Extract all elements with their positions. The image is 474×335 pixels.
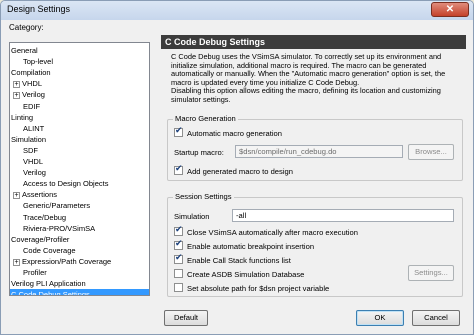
tree-item[interactable]: C Code Debug Settings [10, 289, 149, 296]
group-title: Macro Generation [173, 114, 238, 123]
tree-item[interactable]: General [11, 45, 38, 56]
panel-description: C Code Debug uses the VSimSA simulator. … [171, 52, 461, 105]
tree-item-label: SDF [23, 145, 38, 155]
tree-item[interactable]: Verilog PLI Application [11, 278, 86, 289]
expand-icon[interactable]: + [13, 92, 20, 100]
auto-macro-checkbox[interactable]: Automatic macro generation [174, 126, 282, 139]
tree-item-label: C Code Debug Settings [11, 290, 90, 296]
startup-macro-label: Startup macro: [174, 148, 224, 157]
simulation-label: Simulation [174, 212, 210, 221]
tree-item-label: Riviera-PRO/VSimSA [23, 223, 96, 233]
tree-item-label: VHDL [23, 157, 44, 166]
tree-item-label: Coverage/Profiler [11, 234, 70, 244]
tree-item-label: Profiler [23, 268, 47, 277]
tree-item[interactable]: + VHDL [13, 78, 42, 89]
tree-item[interactable]: Verilog [23, 167, 46, 178]
checkbox-label: Set absolute path for $dsn project varia… [187, 284, 330, 293]
tree-item-label: Code Coverage [23, 245, 76, 255]
browse-button[interactable]: Browse... [408, 144, 454, 160]
create-asdb-checkbox[interactable]: Create ASDB Simulation Database [174, 269, 304, 280]
ok-button[interactable]: OK [356, 310, 404, 326]
checkbox-box[interactable] [174, 269, 183, 278]
expand-icon[interactable]: + [13, 192, 20, 200]
tree-item-label: Expression/Path Coverage [22, 256, 112, 266]
tree-item[interactable]: Generic/Parameters [23, 200, 90, 211]
close-vsimsa-checkbox[interactable]: Close VSimSA automatically after macro e… [174, 225, 358, 238]
checkbox-box[interactable] [174, 253, 183, 264]
tree-item[interactable]: + Verilog [13, 89, 45, 100]
tree-item[interactable]: EDIF [23, 101, 40, 112]
category-label: Category: [9, 23, 44, 32]
asdb-settings-button[interactable]: Settings... [408, 265, 454, 281]
tree-item[interactable]: VHDL [23, 156, 43, 167]
tree-item[interactable]: Riviera-PRO/VSimSA [23, 223, 95, 234]
description-line: simulator settings. [171, 94, 231, 104]
tree-item[interactable]: Coverage/Profiler [11, 234, 69, 245]
call-stack-checkbox[interactable]: Enable Call Stack functions list [174, 253, 291, 266]
design-settings-dialog: Design Settings ✕ Category: General Top-l… [0, 0, 474, 335]
panel-header: C Code Debug Settings [161, 35, 466, 49]
checkbox-label: Enable automatic breakpoint insertion [187, 242, 315, 251]
tree-item[interactable]: Linting [11, 112, 33, 123]
checkbox-box[interactable] [174, 283, 183, 292]
tree-item[interactable]: Access to Design Objects [23, 178, 108, 189]
title-bar: Design Settings ✕ [1, 1, 473, 20]
checkbox-label: Add generated macro to design [187, 167, 293, 176]
simulation-input[interactable]: -all [232, 209, 454, 222]
tree-item[interactable]: Top-level [23, 56, 53, 67]
group-title: Session Settings [173, 192, 234, 201]
category-tree[interactable]: General Top-level Compilation + VHDL + Verilog… [9, 42, 150, 296]
startup-macro-input[interactable]: $dsn/compile/run_cdebug.do [235, 145, 403, 158]
default-button[interactable]: Default [164, 310, 208, 326]
checkbox-box[interactable] [174, 239, 183, 250]
tree-item-label: Assertions [22, 190, 58, 200]
tree-item-label: Access to Design Objects [23, 179, 109, 189]
checkbox-label: Enable Call Stack functions list [187, 256, 291, 265]
tree-item[interactable]: Profiler [23, 267, 47, 278]
tree-item[interactable]: SDF [23, 145, 38, 156]
tree-item-label: VHDL [22, 79, 43, 89]
tree-item[interactable]: Code Coverage [23, 245, 76, 256]
tree-item-label: Compilation [11, 68, 51, 78]
absolute-path-checkbox[interactable]: Set absolute path for $dsn project varia… [174, 283, 329, 294]
tree-item-label: ALINT [23, 123, 45, 133]
tree-item-label: Trace/Debug [23, 212, 67, 222]
add-macro-to-design-checkbox[interactable]: Add generated macro to design [174, 164, 293, 177]
close-icon[interactable]: ✕ [431, 2, 469, 17]
tree-item[interactable]: + Expression/Path Coverage [13, 256, 111, 267]
settings-panel: C Code Debug Settings C Code Debug uses … [161, 35, 466, 302]
auto-breakpoint-checkbox[interactable]: Enable automatic breakpoint insertion [174, 239, 315, 252]
window-title: Design Settings [7, 4, 71, 14]
checkbox-box[interactable] [174, 164, 183, 175]
tree-item[interactable]: Compilation [11, 67, 51, 78]
tree-item-label: EDIF [23, 101, 41, 111]
tree-item-label: Verilog PLI Application [11, 279, 86, 289]
expand-icon[interactable]: + [13, 258, 20, 266]
tree-item-label: Verilog [23, 168, 46, 178]
tree-item[interactable]: Simulation [11, 134, 46, 145]
checkbox-box[interactable] [174, 126, 183, 137]
tree-item-label: General [11, 46, 38, 55]
checkbox-box[interactable] [174, 225, 183, 236]
tree-item[interactable]: ALINT [23, 123, 44, 134]
macro-generation-group: Macro Generation Automatic macro generat… [167, 114, 463, 181]
tree-item-label: Generic/Parameters [23, 201, 91, 211]
checkbox-label: Automatic macro generation [187, 129, 282, 138]
tree-item-label: Top-level [23, 57, 54, 67]
cancel-button[interactable]: Cancel [412, 310, 460, 326]
checkbox-label: Close VSimSA automatically after macro e… [187, 228, 358, 237]
expand-icon[interactable]: + [13, 81, 20, 89]
session-settings-group: Session Settings Simulation -all Close V… [167, 192, 463, 297]
checkbox-label: Create ASDB Simulation Database [187, 270, 305, 279]
tree-item-label: Simulation [11, 134, 47, 144]
tree-item-label: Linting [11, 112, 34, 122]
tree-item[interactable]: + Assertions [13, 189, 57, 200]
tree-item-label: Verilog [22, 90, 45, 100]
tree-item[interactable]: Trace/Debug [23, 212, 66, 223]
